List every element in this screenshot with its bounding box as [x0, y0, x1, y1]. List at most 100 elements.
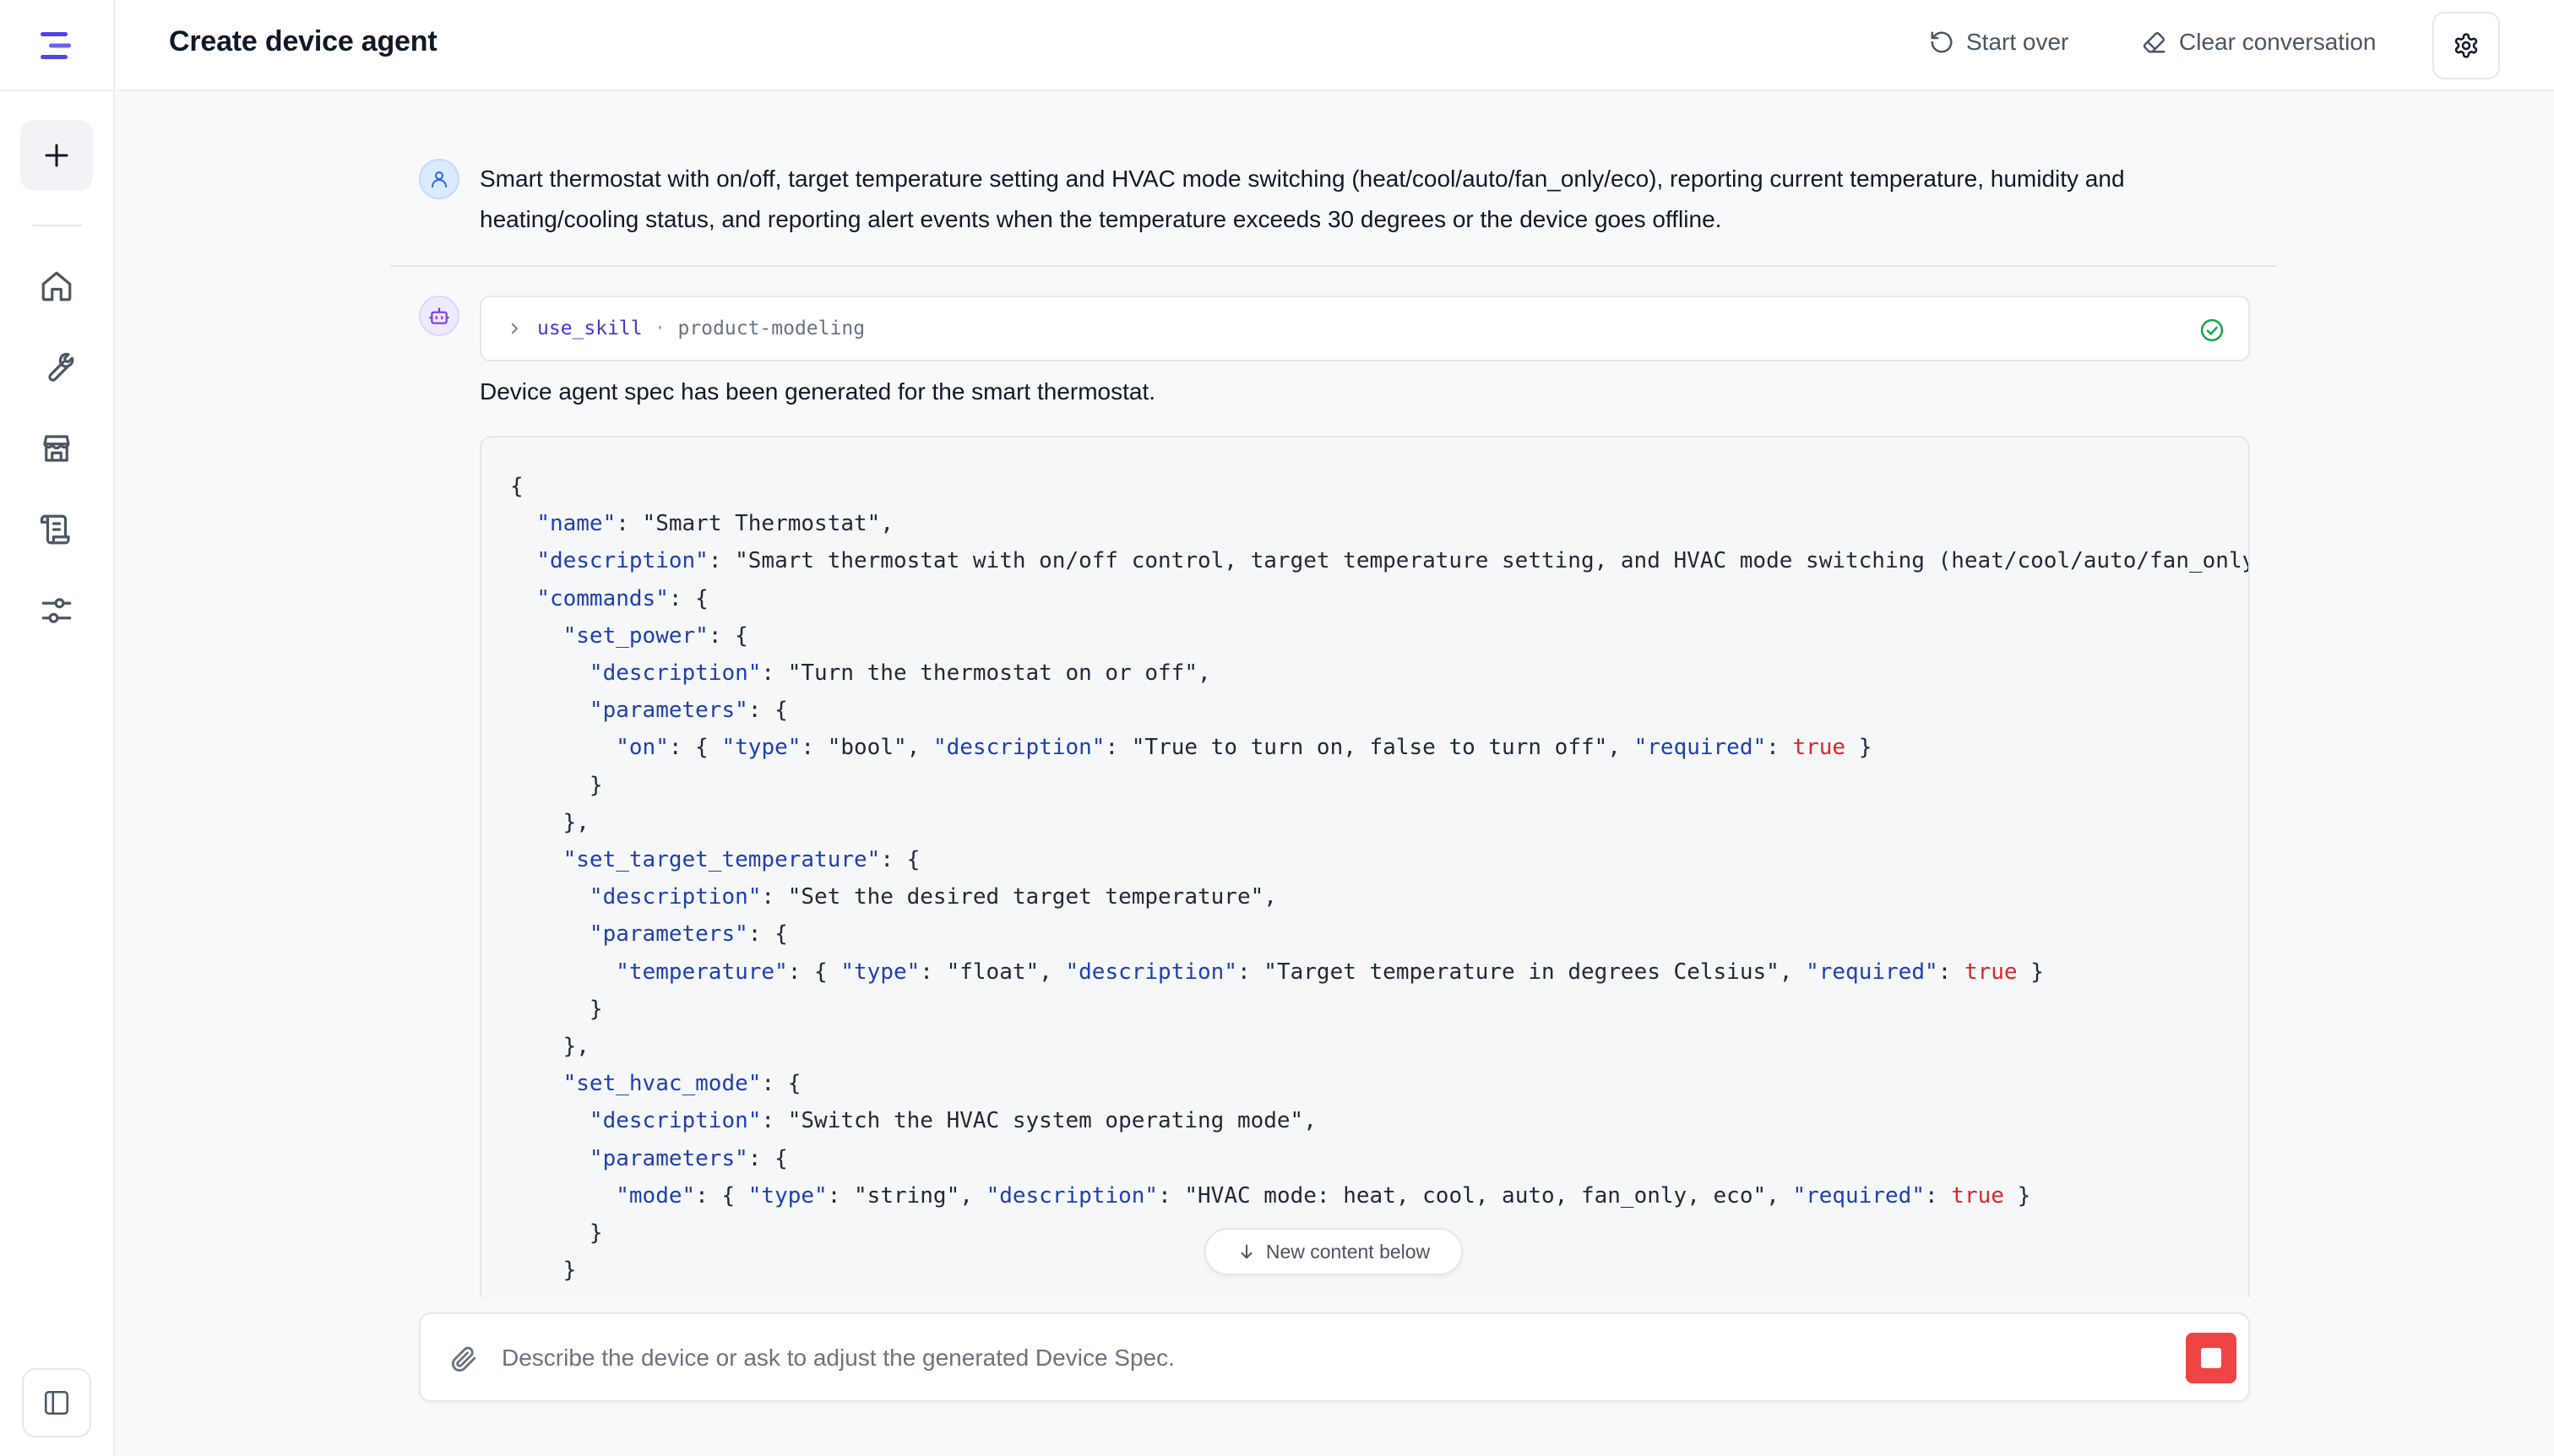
code-token: ,: [1198, 660, 1211, 687]
code-token: true: [1792, 735, 1846, 761]
sliders-icon: [41, 598, 72, 623]
paperclip-icon[interactable]: [449, 1345, 478, 1373]
code-token: "description": [589, 660, 762, 687]
code-line: },: [510, 804, 2248, 841]
stop-icon: [2201, 1348, 2221, 1368]
start-over-label: Start over: [1966, 29, 2069, 55]
code-token: "type": [747, 1182, 828, 1209]
clear-conversation-label: Clear conversation: [2179, 29, 2377, 55]
code-content: { "name": "Smart Thermostat", "descripti…: [510, 468, 2248, 1297]
code-token: "set_target_temperature": [562, 847, 881, 873]
logo-icon[interactable]: [39, 30, 76, 61]
code-token: }: [510, 1220, 603, 1247]
chevron-right-icon: [511, 323, 518, 334]
message-input[interactable]: [502, 1336, 2106, 1380]
code-token: ,: [880, 511, 894, 537]
code-token: : {: [787, 959, 841, 985]
sidebar-item-store[interactable]: [39, 431, 74, 466]
code-token: },: [510, 1034, 590, 1060]
code-token: }: [1845, 735, 1872, 761]
code-token: :: [1924, 1182, 1952, 1209]
code-line: "description": "Turn the thermostat on o…: [510, 655, 2248, 692]
new-content-below-button[interactable]: New content below: [1204, 1228, 1463, 1275]
start-over-button[interactable]: Start over: [1929, 29, 2068, 56]
code-token: :: [1766, 735, 1793, 761]
code-token: "set_power": [562, 622, 709, 649]
code-token: "required": [1792, 1182, 1925, 1209]
sidebar-item-logs[interactable]: [39, 512, 74, 547]
tool-call-toggle[interactable]: use_skill · product-modeling: [480, 296, 2250, 361]
sidebar-item-settings[interactable]: [39, 593, 74, 628]
code-token: :: [761, 1108, 788, 1134]
eraser-icon: [2143, 32, 2165, 53]
code-token: :: [761, 660, 788, 687]
code-token: ,: [906, 735, 933, 761]
sidebar-item-tools[interactable]: [39, 350, 74, 385]
top-header: Create device agent Start over Clear con…: [117, 0, 2554, 91]
code-token: true: [1951, 1182, 2004, 1209]
new-chat-button[interactable]: [20, 120, 93, 191]
page-title: Create device agent: [169, 25, 437, 57]
code-token: :: [801, 735, 828, 761]
code-token: : {: [668, 585, 709, 611]
code-token: : {: [761, 1071, 802, 1097]
check-circle-icon: [2200, 318, 2224, 342]
code-block: { "name": "Smart Thermostat", "descripti…: [480, 436, 2250, 1297]
clear-conversation-button[interactable]: Clear conversation: [2142, 29, 2376, 56]
code-token: "Switch the HVAC system operating mode": [787, 1108, 1304, 1134]
code-token: : {: [747, 921, 788, 948]
tool-call-separator: ·: [654, 318, 666, 340]
code-token: }: [510, 996, 603, 1022]
composer: [419, 1312, 2250, 1402]
code-line: "on": { "type": "bool", "description": "…: [510, 729, 2248, 766]
code-token: "name": [536, 511, 617, 537]
code-token: }: [2003, 1182, 2031, 1209]
settings-button[interactable]: [2432, 12, 2500, 79]
sidebar: [0, 0, 115, 1456]
code-token: "float": [946, 959, 1040, 985]
code-token: :: [1158, 1182, 1185, 1209]
code-token: "type": [721, 735, 802, 761]
code-token: }: [510, 772, 603, 798]
wrench-icon: [48, 352, 74, 382]
code-token: "Turn the thermostat on or off": [787, 660, 1198, 687]
plus-icon: [45, 144, 68, 167]
code-line: "description": "Switch the HVAC system o…: [510, 1102, 2248, 1139]
code-token: : {: [695, 1182, 748, 1209]
code-token: "required": [1633, 735, 1767, 761]
code-token: ,: [1607, 735, 1634, 761]
code-token: "Target temperature in degrees Celsius": [1263, 959, 1780, 985]
code-line: }: [510, 767, 2248, 804]
code-token: "Smart Thermostat": [642, 511, 881, 537]
code-token: "description": [589, 884, 762, 910]
code-line: "mode": { "type": "string", "description…: [510, 1177, 2248, 1214]
code-token: : {: [668, 735, 722, 761]
gear-icon: [2454, 33, 2478, 58]
code-token: true: [1964, 959, 2018, 985]
code-token: "parameters": [589, 921, 748, 948]
user-icon: [432, 171, 447, 187]
code-token: : {: [747, 698, 788, 724]
sidebar-item-home[interactable]: [39, 269, 74, 304]
stop-generation-button[interactable]: [2186, 1333, 2236, 1383]
code-line: "parameters": {: [510, 1140, 2248, 1177]
code-line: {: [510, 468, 2248, 505]
code-token: "Set the desired target temperature": [787, 884, 1264, 910]
user-message: Smart thermostat with on/off, target tem…: [480, 166, 2125, 232]
code-token: "description": [589, 1108, 762, 1134]
message-divider: [390, 265, 2277, 267]
toggle-sidebar-button[interactable]: [22, 1368, 91, 1437]
tool-call-skill: product-modeling: [677, 318, 866, 340]
code-token: }: [510, 1258, 577, 1284]
store-icon: [43, 435, 70, 462]
